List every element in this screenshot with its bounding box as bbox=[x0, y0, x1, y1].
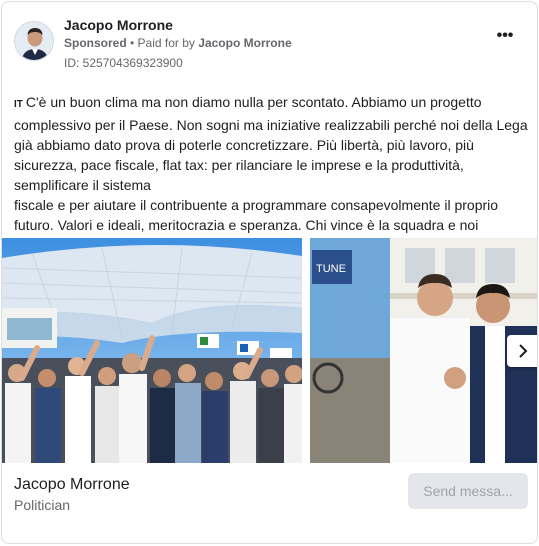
send-message-button[interactable]: Send messa... bbox=[408, 473, 528, 509]
paid-for-by-prefix: Paid for by bbox=[137, 36, 195, 50]
sponsored-label: Sponsored bbox=[64, 36, 127, 50]
person-portrait-icon bbox=[15, 22, 53, 60]
footer-page-name[interactable]: Jacopo Morrone bbox=[14, 476, 130, 494]
crowd-photo-image bbox=[2, 238, 302, 463]
more-options-button[interactable]: ••• bbox=[493, 27, 517, 46]
post-body-text: IT C'è un buon clima ma non diamo nulla p… bbox=[14, 92, 529, 255]
ad-id: ID: 525704369323900 bbox=[64, 56, 183, 70]
footer-page-category: Politician bbox=[14, 497, 71, 513]
carousel-slide-handshake[interactable]: TUNE bbox=[310, 238, 537, 463]
tune-sign-text: TUNE bbox=[316, 263, 346, 275]
italy-flag-icon: IT bbox=[14, 99, 23, 110]
handshake-photo-image: TUNE bbox=[310, 238, 537, 463]
paid-for-by-name: Jacopo Morrone bbox=[198, 36, 292, 50]
chevron-right-icon bbox=[519, 344, 528, 358]
profile-avatar[interactable] bbox=[14, 21, 54, 61]
post-footer: Jacopo Morrone Politician Send messa... bbox=[2, 463, 537, 543]
more-dots-icon: ••• bbox=[496, 27, 514, 44]
carousel-next-button[interactable] bbox=[507, 335, 537, 367]
post-header: Jacopo Morrone Sponsored • Paid for by J… bbox=[14, 14, 525, 74]
separator-dot: • bbox=[126, 36, 138, 50]
sponsor-line: Sponsored • Paid for by Jacopo Morrone bbox=[64, 36, 292, 50]
image-carousel: TUNE bbox=[2, 238, 537, 463]
page-name-link[interactable]: Jacopo Morrone bbox=[64, 17, 173, 33]
carousel-slide-crowd[interactable] bbox=[2, 238, 302, 463]
ad-card: Jacopo Morrone Sponsored • Paid for by J… bbox=[1, 1, 538, 544]
post-text-part-1: C'è un buon clima ma non diamo nulla per… bbox=[14, 94, 528, 193]
